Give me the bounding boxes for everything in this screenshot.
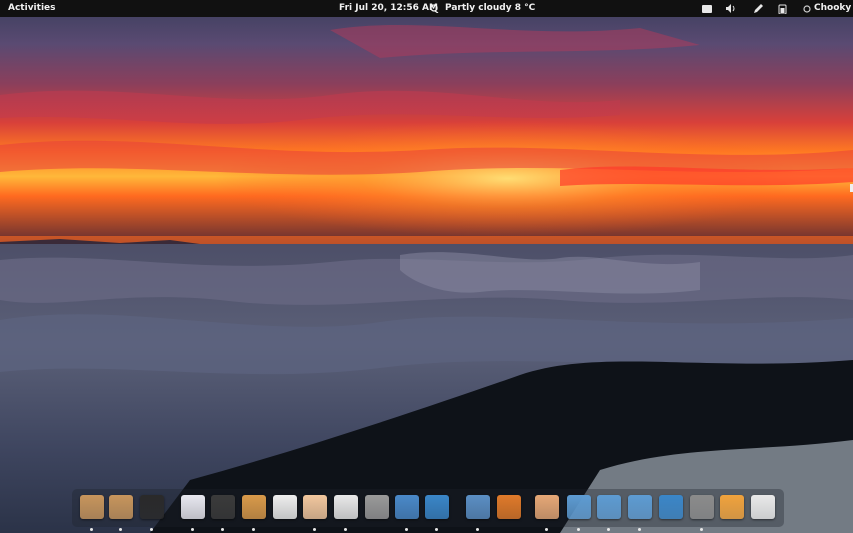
eye-viewer-icon[interactable] bbox=[303, 495, 327, 519]
image-viewer-icon[interactable] bbox=[535, 495, 559, 519]
trash-icon[interactable] bbox=[690, 495, 714, 519]
clock[interactable]: Fri Jul 20, 12:56 AM bbox=[339, 0, 438, 17]
mahjongg-icon[interactable] bbox=[211, 495, 235, 519]
cloud-icon bbox=[430, 4, 439, 13]
pen-icon[interactable] bbox=[752, 3, 763, 14]
running-indicator-dot bbox=[90, 528, 93, 531]
volume-icon[interactable] bbox=[726, 3, 737, 14]
weather-text: Partly cloudy 8 °C bbox=[445, 3, 536, 13]
calculator-icon[interactable] bbox=[365, 495, 389, 519]
magnifier-search-icon[interactable] bbox=[466, 495, 490, 519]
running-indicator-dot bbox=[435, 528, 438, 531]
accessibility-icon[interactable] bbox=[659, 495, 683, 519]
folder-documents-icon[interactable] bbox=[597, 495, 621, 519]
top-panel: Activities Fri Jul 20, 12:56 AM Partly c… bbox=[0, 0, 853, 17]
text-editor-icon[interactable] bbox=[273, 495, 297, 519]
running-indicator-dot bbox=[313, 528, 316, 531]
user-status-icon bbox=[803, 4, 811, 13]
paint-palette-icon[interactable] bbox=[242, 495, 266, 519]
archive-manager-icon[interactable] bbox=[80, 495, 104, 519]
weather-indicator[interactable]: Partly cloudy 8 °C bbox=[430, 0, 535, 17]
help-lifebuoy-icon[interactable] bbox=[334, 495, 358, 519]
software-install-icon[interactable] bbox=[109, 495, 133, 519]
running-indicator-dot bbox=[191, 528, 194, 531]
running-indicator-dot bbox=[119, 528, 122, 531]
running-indicator-dot bbox=[577, 528, 580, 531]
solitaire-cards-icon[interactable] bbox=[181, 495, 205, 519]
folder-generic-icon[interactable] bbox=[628, 495, 652, 519]
running-indicator-dot bbox=[252, 528, 255, 531]
user-menu[interactable]: Chooky bbox=[803, 0, 851, 17]
system-monitor-icon[interactable] bbox=[395, 495, 419, 519]
running-indicator-dot bbox=[545, 528, 548, 531]
running-indicator-dot bbox=[607, 528, 610, 531]
brightness-settings-icon[interactable] bbox=[751, 495, 775, 519]
running-indicator-dot bbox=[476, 528, 479, 531]
desktop-wallpaper bbox=[0, 0, 853, 533]
running-indicator-dot bbox=[150, 528, 153, 531]
terminal-icon[interactable] bbox=[140, 495, 164, 519]
activities-button[interactable]: Activities bbox=[8, 0, 56, 17]
running-indicator-dot bbox=[700, 528, 703, 531]
writer-document-icon[interactable] bbox=[425, 495, 449, 519]
folder-icon[interactable] bbox=[701, 3, 712, 14]
running-indicator-dot bbox=[221, 528, 224, 531]
battery-icon[interactable] bbox=[777, 3, 788, 14]
folder-blue-icon[interactable] bbox=[567, 495, 591, 519]
firefox-browser-icon[interactable] bbox=[497, 495, 521, 519]
running-indicator-dot bbox=[405, 528, 408, 531]
audio-player-icon[interactable] bbox=[720, 495, 744, 519]
running-indicator-dot bbox=[638, 528, 641, 531]
running-indicator-dot bbox=[344, 528, 347, 531]
user-name: Chooky bbox=[814, 3, 852, 13]
